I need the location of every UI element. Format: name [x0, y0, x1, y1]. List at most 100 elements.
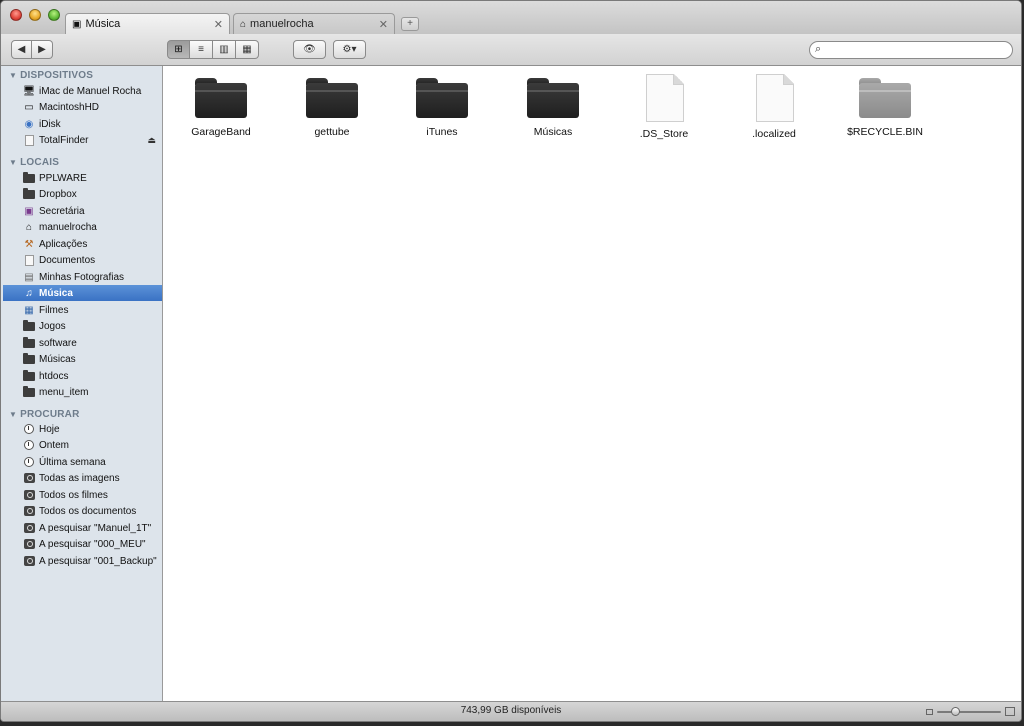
sidebar-item-ultima-semana[interactable]: Última semana: [3, 454, 162, 470]
sidebar-item-todos-filmes[interactable]: Todos os filmes: [3, 487, 162, 503]
sidebar-item-todos-documentos[interactable]: Todos os documentos: [3, 503, 162, 519]
file-name: GarageBand: [191, 126, 251, 138]
document-icon: [23, 134, 35, 146]
slider-knob[interactable]: [950, 707, 960, 716]
folder-icon: [23, 369, 35, 382]
sidebar-item-todas-imagens[interactable]: Todas as imagens: [3, 470, 162, 486]
smart-folder-icon: [23, 539, 35, 550]
section-header-places[interactable]: ▼ LOCAIS: [9, 157, 59, 168]
file-name: $RECYCLE.BIN: [847, 126, 923, 138]
sidebar-item-musica[interactable]: ♫ Música: [3, 285, 162, 301]
folder-icon: [23, 385, 35, 398]
file-item[interactable]: iTunes: [387, 74, 497, 138]
file-item[interactable]: GarageBand: [166, 74, 276, 138]
sidebar-item-dropbox[interactable]: Dropbox: [3, 186, 162, 202]
disclosure-triangle-icon: ▼: [9, 71, 18, 80]
sidebar-item-manuelrocha[interactable]: ⌂ manuelrocha: [3, 219, 162, 235]
documents-icon: [23, 254, 35, 266]
large-icon-size-icon: [1005, 707, 1015, 716]
folder-icon: [306, 78, 358, 118]
sidebar-item-search-manuel-1t[interactable]: A pesquisar "Manuel_1T": [3, 520, 162, 536]
eject-icon[interactable]: ⏏: [147, 135, 156, 146]
file-name: Músicas: [533, 126, 573, 138]
idisk-icon: ◉: [24, 118, 34, 130]
coverflow-view-icon: ▦: [242, 44, 252, 55]
column-view-button[interactable]: ▥: [213, 40, 236, 59]
clock-icon: [23, 457, 35, 468]
tab-manuelrocha[interactable]: ⌂ manuelrocha ✕: [233, 13, 395, 34]
sidebar: ▼ DISPOSITIVOS 🖥 iMac de Manuel Rocha ▭ Mac…: [1, 66, 163, 702]
coverflow-view-button[interactable]: ▦: [236, 40, 259, 59]
sidebar-item-pplware[interactable]: PPLWARE: [3, 170, 162, 186]
sidebar-item-aplicacoes[interactable]: ⚒ Aplicações: [3, 236, 162, 252]
sidebar-item-ontem[interactable]: Ontem: [3, 437, 162, 453]
folder-icon: [23, 336, 35, 349]
new-tab-button[interactable]: +: [401, 17, 419, 31]
smart-folder-icon: [23, 490, 35, 501]
smart-folder-icon: [23, 473, 35, 484]
file-item[interactable]: .localized: [719, 74, 829, 140]
icon-size-slider[interactable]: [937, 707, 1001, 716]
clock-icon: [23, 424, 35, 435]
list-view-button[interactable]: ≡: [190, 40, 213, 59]
section-header-devices[interactable]: ▼ DISPOSITIVOS: [9, 70, 93, 81]
file-item[interactable]: .DS_Store: [609, 74, 719, 140]
sidebar-item-macintoshhd[interactable]: ▭ MacintoshHD: [3, 99, 162, 115]
sidebar-item-software[interactable]: software: [3, 335, 162, 351]
close-tab-icon[interactable]: ✕: [214, 18, 223, 31]
icon-view-icon: ⊞: [174, 44, 183, 55]
sidebar-item-filmes[interactable]: ▦ Filmes: [3, 302, 162, 318]
sidebar-item-jogos[interactable]: Jogos: [3, 318, 162, 334]
file-name: iTunes: [426, 126, 458, 138]
list-view-icon: ≡: [198, 44, 204, 55]
icon-view-button[interactable]: ⊞: [167, 40, 190, 59]
search-field[interactable]: ⌕: [809, 41, 1013, 59]
quicklook-button[interactable]: 👁: [293, 40, 326, 59]
games-icon: [23, 319, 35, 332]
sidebar-item-imac[interactable]: 🖥 iMac de Manuel Rocha: [3, 83, 162, 99]
sidebar-item-search-001-backup[interactable]: A pesquisar "001_Backup": [3, 553, 162, 569]
tab-bar: ▣ Música ✕ ⌂ manuelrocha ✕ +: [1, 1, 1021, 34]
desktop-icon: ▣: [24, 205, 34, 217]
section-header-search[interactable]: ▼ PROCURAR: [9, 409, 80, 420]
folder-icon: [23, 187, 35, 200]
smart-folder-icon: [23, 556, 35, 567]
close-window-button[interactable]: [10, 9, 22, 21]
sidebar-item-search-000-meu[interactable]: A pesquisar "000_MEU": [3, 536, 162, 552]
file-name: .localized: [752, 128, 796, 140]
finder-window: ▣ Música ✕ ⌂ manuelrocha ✕ + ◀ ▶ ⊞ ≡ ▥ ▦…: [0, 0, 1022, 722]
forward-button[interactable]: ▶: [32, 40, 53, 59]
tab-label: manuelrocha: [250, 18, 314, 30]
back-button[interactable]: ◀: [11, 40, 32, 59]
file-name: gettube: [314, 126, 350, 138]
file-item[interactable]: Músicas: [498, 74, 608, 138]
zoom-window-button[interactable]: [48, 9, 60, 21]
sidebar-item-totalfinder[interactable]: TotalFinder ⏏: [3, 132, 162, 148]
sidebar-item-idisk[interactable]: ◉ iDisk: [3, 116, 162, 132]
file-item[interactable]: gettube: [277, 74, 387, 138]
search-icon: ⌕: [815, 43, 822, 55]
window-controls: [10, 9, 60, 21]
sidebar-item-documentos[interactable]: Documentos: [3, 252, 162, 268]
disclosure-triangle-icon: ▼: [9, 410, 18, 419]
sidebar-item-secretaria[interactable]: ▣ Secretária: [3, 203, 162, 219]
folder-icon: [195, 78, 247, 118]
gear-icon: ⚙▾: [342, 44, 357, 55]
tab-musica[interactable]: ▣ Música ✕: [65, 13, 230, 34]
close-tab-icon[interactable]: ✕: [379, 18, 388, 31]
minimize-window-button[interactable]: [29, 9, 41, 21]
folder-icon: [23, 352, 35, 365]
sidebar-item-minhas-fotografias[interactable]: ▤ Minhas Fotografias: [3, 269, 162, 285]
document-icon: [646, 74, 684, 122]
sidebar-item-menu-item[interactable]: menu_item: [3, 384, 162, 400]
sidebar-item-musicas[interactable]: Músicas: [3, 351, 162, 367]
sidebar-item-htdocs[interactable]: htdocs: [3, 368, 162, 384]
search-input[interactable]: [828, 43, 1004, 57]
file-browser-content: GarageBand gettube iTunes Músicas .DS_St…: [163, 66, 1021, 702]
folder-icon: [23, 171, 35, 184]
action-menu-button[interactable]: ⚙▾: [333, 40, 366, 59]
eye-icon: 👁: [303, 44, 316, 55]
toolbar: ◀ ▶ ⊞ ≡ ▥ ▦ 👁 ⚙▾ ⌕: [1, 34, 1021, 66]
sidebar-item-hoje[interactable]: Hoje: [3, 421, 162, 437]
file-item[interactable]: $RECYCLE.BIN: [830, 74, 940, 138]
